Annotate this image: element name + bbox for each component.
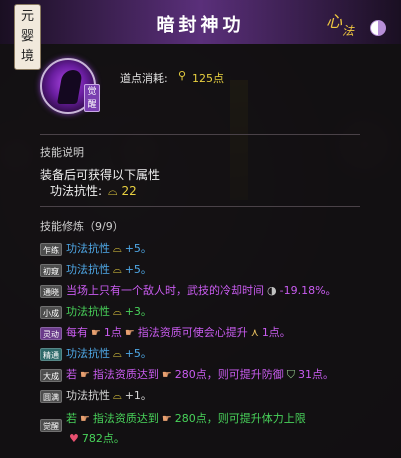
realm-tag: 元 婴 境: [14, 4, 41, 70]
stage-tag: 圆满: [40, 389, 62, 403]
skill-detail-panel: 暗封神功 元 婴 境 心 法 觉醒 道点消耗: ⚲ 125点 技能说明 装备后可…: [0, 0, 401, 458]
row-value: 1点。: [261, 326, 291, 339]
row-text: 功法抗性: [66, 347, 110, 360]
stage-tag: 小成: [40, 305, 62, 319]
row-value: -19.18%。: [279, 284, 337, 297]
row-text-mid: 280点，则可提升防御: [174, 368, 284, 381]
row-text-mid: 1点: [103, 326, 122, 339]
finger-icon: ☛: [91, 326, 101, 339]
helmet-icon: ⌓: [113, 305, 122, 318]
row-text-mid: 280点，则可提升体力上限: [174, 412, 306, 425]
list-item: 通晓 当场上只有一个敌人时，武技的冷却时间 ◑ -19.18%。: [40, 282, 337, 298]
row-text-mid: 指法资质达到: [92, 368, 159, 381]
list-item: 小成 功法抗性 ⌓ +3。: [40, 303, 152, 319]
divider: [40, 206, 360, 207]
xinfa-logo-char: 法: [342, 24, 355, 38]
divider: [40, 134, 360, 135]
attr-label: 功法抗性:: [50, 184, 103, 198]
row-text: 功法抗性: [66, 305, 110, 318]
row-value: 31点。: [298, 368, 334, 381]
row-text-pre: 若: [66, 368, 77, 381]
stage-tag: 觉醒: [40, 418, 62, 432]
dao-point-icon: ⚲: [178, 69, 187, 82]
cooldown-icon: ◑: [267, 284, 277, 297]
row-value: +1。: [124, 389, 152, 402]
stage-tag: 灵动: [40, 326, 62, 340]
silhouette-shape: [57, 70, 83, 104]
finger-icon: ☛: [161, 412, 172, 425]
row-text: 功法抗性: [66, 263, 110, 276]
stage-tag: 初窥: [40, 263, 62, 277]
stage-tag: 大成: [40, 368, 62, 382]
finger-icon: ☛: [161, 368, 172, 381]
xinfa-logo: 心 法: [326, 8, 360, 38]
attribute-line: 功法抗性: ⌓ 22: [50, 182, 137, 199]
row-value: +5。: [124, 347, 152, 360]
crit-icon: ⋏: [250, 326, 259, 339]
finger-icon: ☛: [124, 326, 135, 339]
helmet-icon: ⌓: [108, 184, 118, 198]
list-item-continuation: ♥ 782点。: [66, 430, 125, 446]
awaken-badge: 觉醒: [84, 84, 100, 112]
stage-tag: 乍练: [40, 242, 62, 256]
realm-tag-char: 婴: [20, 29, 34, 44]
realm-tag-char: 元: [20, 9, 34, 24]
row-value: +5。: [124, 242, 152, 255]
row-value: +5。: [124, 263, 152, 276]
yinyang-icon[interactable]: [370, 20, 386, 36]
row-value: +3。: [124, 305, 152, 318]
row-value: 782点。: [81, 432, 125, 445]
stage-tag: 通晓: [40, 284, 62, 298]
heart-icon: ♥: [69, 432, 79, 445]
shield-icon: ⛉: [286, 368, 295, 381]
list-item: 大成若 ☛ 指法资质达到 ☛ 280点，则可提升防御 ⛉ 31点。: [40, 366, 334, 382]
realm-tag-char: 境: [20, 49, 34, 64]
helmet-icon: ⌓: [113, 242, 122, 255]
row-text-pre: 若: [66, 412, 77, 425]
row-text-pre: 每有: [66, 326, 88, 339]
list-item: 精通 功法抗性 ⌓ +5。: [40, 345, 152, 361]
row-text-mid: 指法资质达到: [92, 412, 159, 425]
finger-icon: ☛: [80, 368, 90, 381]
list-item: 圆满 功法抗性 ⌓ +1。: [40, 387, 152, 403]
helmet-icon: ⌓: [113, 347, 122, 360]
row-text: 当场上只有一个敌人时，武技的冷却时间: [66, 284, 264, 297]
list-item: 初窥 功法抗性 ⌓ +5。: [40, 261, 152, 277]
cultivation-heading: 技能修炼（9/9）: [40, 220, 124, 233]
helmet-icon: ⌓: [113, 389, 122, 402]
description-heading: 技能说明: [40, 146, 84, 159]
stage-tag: 精通: [40, 347, 62, 361]
row-text-mid: 指法资质可使会心提升: [137, 326, 248, 339]
attr-value: 22: [121, 184, 137, 198]
cost-value: 125点: [192, 72, 224, 85]
finger-icon: ☛: [80, 412, 90, 425]
list-item: 灵动 每有 ☛ 1点 ☛ 指法资质可使会心提升 ⋏ 1点。: [40, 324, 291, 340]
helmet-icon: ⌓: [113, 263, 122, 276]
xinfa-logo-char: 心: [326, 12, 343, 31]
list-item: 乍练 功法抗性 ⌓ +5。: [40, 240, 152, 256]
list-item: 觉醒若 ☛ 指法资质达到 ☛ 280点，则可提升体力上限: [40, 410, 306, 432]
row-text: 功法抗性: [66, 389, 110, 402]
cost-label: 道点消耗:: [120, 72, 168, 85]
description-intro: 装备后可获得以下属性: [40, 168, 161, 182]
row-text: 功法抗性: [66, 242, 110, 255]
